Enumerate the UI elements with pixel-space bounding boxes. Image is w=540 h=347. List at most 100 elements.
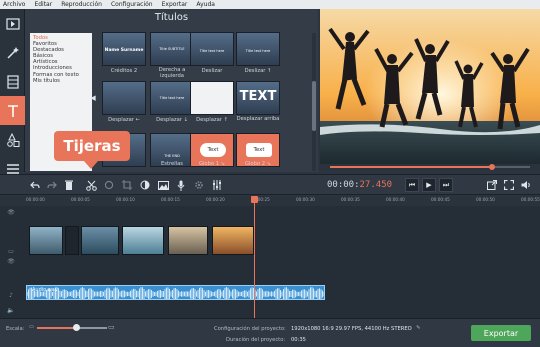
menu-reproduccion[interactable]: Reproducción — [61, 1, 102, 8]
thumb-caption: Desplazar ↑ — [196, 117, 228, 123]
fullscreen-button[interactable] — [502, 178, 516, 192]
ruler-tick-label: 00:00:05 — [71, 197, 90, 202]
preview-seekbar[interactable] — [320, 164, 540, 170]
playback-timecode: 00:00:27.450 — [327, 180, 392, 190]
contrast-icon — [140, 180, 150, 190]
scrollbar-thumb[interactable] — [312, 81, 316, 131]
magic-wand-icon — [6, 46, 19, 59]
previous-frame-button[interactable]: ⏮ — [405, 178, 419, 192]
video-preview[interactable] — [320, 9, 540, 164]
color-adjust-button[interactable] — [138, 178, 152, 192]
clip-properties-button[interactable] — [192, 178, 206, 192]
film-import-icon — [5, 17, 20, 30]
thumb-caption: Créditos 2 — [110, 68, 138, 74]
category-item[interactable]: Mis títulos — [33, 78, 89, 84]
zoom-slider[interactable] — [37, 324, 107, 331]
title-thumb[interactable]: Title SUBTITLE — [150, 32, 194, 66]
audio-clip[interactable]: Audio.wav — [26, 285, 325, 300]
visibility-eye-icon[interactable]: 👁 — [0, 258, 22, 265]
crop-button[interactable] — [120, 178, 134, 192]
video-clip[interactable] — [122, 226, 164, 255]
timeline-ruler[interactable]: 00:00:00 00:00:05 00:00:10 00:00:15 00:00:20… — [0, 196, 540, 206]
transition-icon[interactable] — [65, 226, 79, 255]
audio-waveform — [27, 287, 324, 299]
volume-button[interactable] — [519, 178, 533, 192]
zoom-in-icon[interactable]: ▭ — [108, 323, 115, 331]
title-thumb[interactable]: TEXT — [236, 81, 280, 115]
ruler-tick-label: 00:00:50 — [476, 197, 495, 202]
audio-track-speaker-icon[interactable]: 🔈 — [0, 307, 22, 314]
title-thumb[interactable]: Title text here — [236, 32, 280, 66]
import-button[interactable] — [0, 9, 25, 38]
music-note-icon: ♪ — [9, 292, 13, 299]
playhead[interactable] — [251, 196, 258, 318]
zoom-out-icon[interactable]: ▭ — [29, 324, 34, 330]
seek-progress — [330, 166, 492, 168]
collapse-arrow-icon[interactable]: ◀ — [89, 94, 97, 108]
thumb-caption: Globo 2 ↘ — [244, 161, 272, 167]
filters-button[interactable] — [0, 38, 25, 67]
video-clip[interactable] — [29, 226, 63, 255]
thumb-text: THE END — [164, 154, 180, 158]
undo-button[interactable] — [28, 178, 42, 192]
skip-back-icon: ⏮ — [408, 180, 416, 189]
undo-icon — [30, 181, 40, 188]
transitions-button[interactable] — [0, 67, 25, 96]
thumb-caption: Desplazar arriba — [236, 116, 280, 122]
stickers-button[interactable] — [0, 125, 25, 154]
title-thumb[interactable] — [102, 81, 146, 115]
speaker-icon — [521, 181, 530, 189]
play-button[interactable]: ▶ — [422, 178, 436, 192]
thumb-caption: Globo 1 ↘ — [198, 161, 226, 167]
delete-button[interactable] — [62, 178, 76, 192]
scissors-button[interactable] — [84, 178, 98, 192]
duration-value: 00:35 — [291, 337, 306, 343]
video-track-icon: ▭ — [8, 248, 14, 255]
edit-toolbar: 00:00:27.450 ⏮ ▶ ⏭ — [0, 174, 540, 195]
microphone-icon — [177, 180, 185, 191]
scale-label: Escala: — [6, 326, 25, 332]
video-clip[interactable] — [212, 226, 254, 255]
thumb-text: TEXT — [239, 89, 277, 104]
preview-beach-image — [320, 9, 540, 164]
tool-sidebar — [0, 9, 25, 174]
menu-configuracion[interactable]: Configuración — [111, 1, 153, 8]
equalizer-button[interactable] — [210, 178, 224, 192]
seek-handle[interactable] — [489, 164, 495, 170]
ruler-tick-label: 00:00:15 — [161, 197, 180, 202]
menu-editar[interactable]: Editar — [34, 1, 52, 8]
titles-button[interactable] — [0, 96, 25, 125]
text-t-icon — [7, 104, 18, 117]
title-thumb[interactable]: Title text here — [190, 32, 234, 66]
fullscreen-icon — [504, 180, 514, 190]
thumb-caption: Desplazar ← — [108, 117, 140, 123]
title-thumb[interactable]: Name Surname — [102, 32, 146, 66]
seek-track[interactable] — [330, 164, 530, 170]
menu-archivo[interactable]: Archivo — [3, 1, 25, 8]
record-audio-button[interactable] — [174, 178, 188, 192]
video-clip[interactable] — [168, 226, 208, 255]
trash-icon — [65, 180, 73, 190]
detach-preview-button[interactable] — [485, 178, 499, 192]
ruler-tick-label: 00:00:45 — [431, 197, 450, 202]
export-button[interactable]: Exportar — [471, 325, 531, 341]
edit-pencil-icon[interactable]: ✎ — [416, 325, 420, 331]
redo-button[interactable] — [45, 178, 59, 192]
title-thumb[interactable]: Title text here — [150, 81, 194, 115]
zoom-handle[interactable] — [72, 324, 80, 331]
rotate-button[interactable] — [102, 178, 116, 192]
menu-ayuda[interactable]: Ayuda — [196, 1, 215, 8]
thumb-text: Text — [200, 143, 226, 157]
menu-exportar[interactable]: Exportar — [162, 1, 188, 8]
thumb-text: Text — [246, 143, 272, 157]
playhead-handle[interactable] — [251, 196, 258, 203]
config-label: Configuración del proyecto: — [214, 326, 286, 332]
title-thumb[interactable] — [190, 81, 234, 115]
video-clip[interactable] — [81, 226, 119, 255]
thumb-text: Name Surname — [104, 48, 144, 53]
panel-scrollbar[interactable] — [312, 33, 316, 171]
image-button[interactable] — [156, 178, 170, 192]
visibility-eye-icon[interactable]: 👁 — [0, 209, 22, 216]
ruler-tick-label: 00:00:30 — [296, 197, 315, 202]
next-frame-button[interactable]: ⏭ — [439, 178, 453, 192]
